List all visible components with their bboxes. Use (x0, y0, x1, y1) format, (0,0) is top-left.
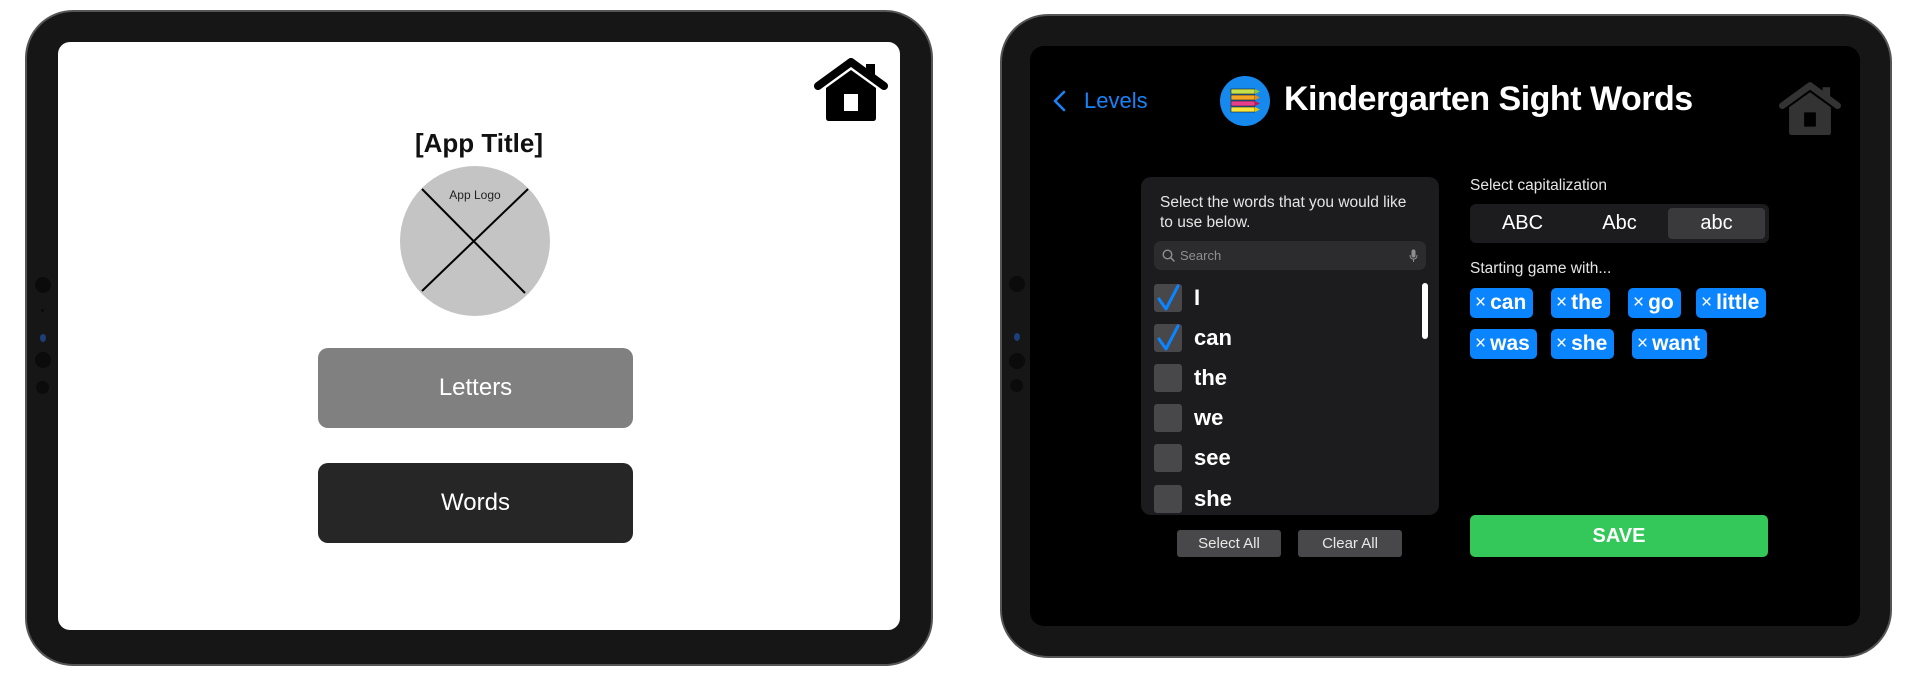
save-button[interactable]: SAVE (1470, 515, 1768, 557)
checkmark-icon (1157, 284, 1180, 311)
segment-lowercase[interactable]: abc (1668, 208, 1765, 239)
checkbox-checked[interactable] (1154, 324, 1182, 352)
tablet-frame-left: [App Title] App Logo Letters Words (25, 10, 933, 666)
app-logo-placeholder: App Logo (400, 166, 550, 316)
capitalization-label: Select capitalization (1470, 177, 1607, 194)
word-label: see (1194, 445, 1231, 470)
word-chip[interactable]: × the (1551, 288, 1610, 318)
word-row[interactable]: the (1154, 364, 1227, 392)
word-row[interactable]: can (1154, 324, 1232, 352)
starting-words-label: Starting game with... (1470, 260, 1612, 277)
panel-description: Select the words that you would like to … (1160, 194, 1407, 231)
checkbox-unchecked[interactable] (1154, 444, 1182, 472)
word-label: the (1194, 365, 1227, 390)
chip-label: go (1648, 291, 1674, 314)
checkbox-unchecked[interactable] (1154, 485, 1182, 513)
back-button[interactable]: Levels (1052, 86, 1148, 116)
remove-icon[interactable]: × (1475, 292, 1486, 314)
home-icon[interactable] (814, 58, 888, 127)
camera-dot (35, 277, 51, 293)
remove-icon[interactable]: × (1556, 292, 1567, 314)
word-chip[interactable]: × want (1632, 329, 1707, 359)
camera-dot (35, 352, 51, 368)
back-label: Levels (1084, 88, 1148, 113)
camera-lens (40, 334, 46, 342)
crayons-icon (1220, 76, 1270, 126)
word-row[interactable]: I (1154, 284, 1200, 312)
sensor-dot (41, 309, 44, 312)
checkmark-icon (1157, 324, 1180, 351)
checkbox-unchecked[interactable] (1154, 364, 1182, 392)
word-row[interactable]: we (1154, 404, 1223, 432)
scrollbar[interactable] (1422, 283, 1428, 339)
home-icon[interactable] (1779, 82, 1841, 141)
word-chip[interactable]: × go (1628, 288, 1681, 318)
search-icon (1162, 249, 1175, 262)
capitalization-segmented-control: ABC Abc abc (1470, 204, 1769, 243)
word-label: she (1194, 486, 1232, 511)
search-input[interactable]: Search (1154, 241, 1426, 270)
clear-all-button[interactable]: Clear All (1298, 530, 1402, 557)
page-title: Kindergarten Sight Words (1284, 80, 1693, 118)
camera-dot (1009, 276, 1025, 292)
remove-icon[interactable]: × (1633, 292, 1644, 314)
word-settings-screen: Levels Kindergarten Sight Words Select t… (1030, 46, 1860, 626)
word-chip[interactable]: × was (1470, 329, 1537, 359)
word-chip[interactable]: × can (1470, 288, 1534, 318)
search-placeholder: Search (1180, 248, 1222, 263)
checkbox-checked[interactable] (1154, 284, 1182, 312)
word-selection-panel: Select the words that you would like to … (1141, 177, 1439, 515)
letters-button[interactable]: Letters (318, 348, 633, 428)
chip-label: she (1571, 332, 1608, 355)
checkbox-unchecked[interactable] (1154, 404, 1182, 432)
camera-dot (36, 381, 49, 394)
chip-label: want (1652, 332, 1700, 355)
tablet-frame-right: Levels Kindergarten Sight Words Select t… (1000, 14, 1892, 658)
segment-titlecase[interactable]: Abc (1571, 208, 1668, 239)
camera-dot (1010, 379, 1023, 392)
word-row[interactable]: see (1154, 444, 1231, 472)
camera-dot (1009, 353, 1025, 369)
word-chip[interactable]: × she (1551, 329, 1615, 359)
chevron-left-icon (1053, 90, 1066, 112)
word-label: can (1194, 325, 1232, 350)
word-chip[interactable]: × little (1696, 288, 1767, 318)
word-row[interactable]: she (1154, 485, 1232, 513)
segment-uppercase[interactable]: ABC (1474, 208, 1571, 239)
remove-icon[interactable]: × (1475, 333, 1486, 355)
chip-label: little (1716, 291, 1760, 314)
words-button[interactable]: Words (318, 463, 633, 543)
app-logo-label: App Logo (449, 188, 501, 202)
word-label: we (1194, 405, 1224, 430)
remove-icon[interactable]: × (1556, 333, 1567, 355)
home-screen: [App Title] App Logo Letters Words (58, 42, 900, 630)
word-label: I (1194, 285, 1201, 310)
select-all-button[interactable]: Select All (1177, 530, 1281, 557)
camera-lens (1014, 333, 1020, 341)
app-title: [App Title] (414, 128, 544, 158)
remove-icon[interactable]: × (1637, 333, 1648, 355)
chip-label: was (1490, 332, 1530, 355)
chip-label: the (1571, 291, 1603, 314)
chip-label: can (1490, 291, 1527, 314)
remove-icon[interactable]: × (1701, 292, 1712, 314)
microphone-icon[interactable] (1409, 249, 1418, 263)
